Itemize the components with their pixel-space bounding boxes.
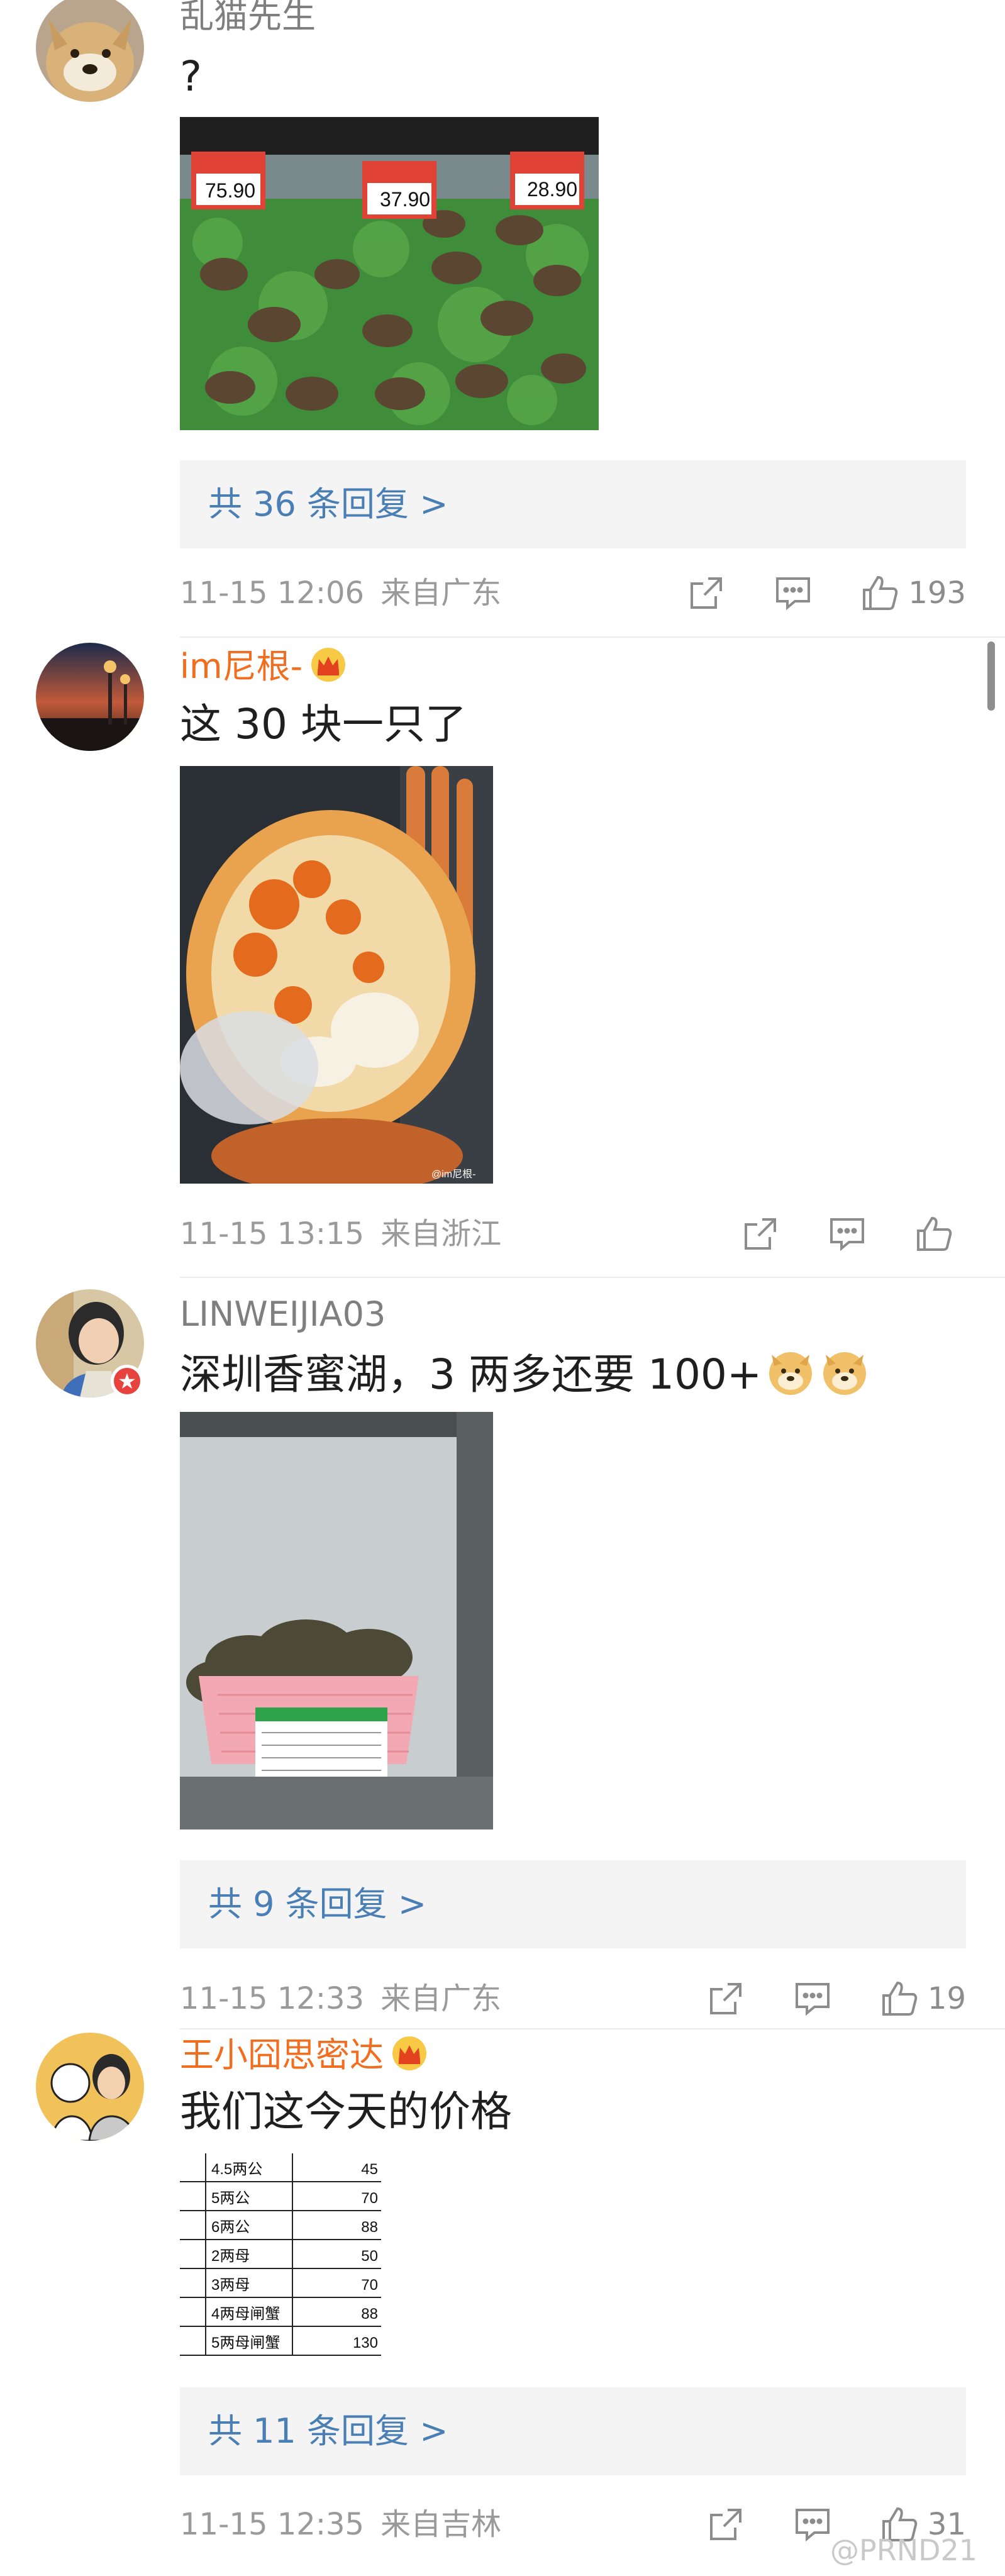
comment-meta: 11-15 13:15 来自浙江	[180, 1215, 501, 1253]
comment-text-body: 深圳香蜜湖，3 两多还要 100+	[180, 1350, 762, 1399]
price-table-photo[interactable]: 4.5两公 45 5两公 70 6两公 88 2两母 50 3两母 70 4两母闸蟹 88 …	[180, 2153, 381, 2356]
comment-location: 来自浙江	[380, 1216, 502, 1252]
item-price: 88	[361, 2306, 378, 2323]
comment-actions: 19	[706, 1977, 966, 2021]
scrollbar[interactable]	[987, 641, 995, 711]
divider	[180, 636, 1005, 638]
share-icon[interactable]	[706, 1979, 745, 2018]
comment-meta: 11-15 12:35 来自吉林	[180, 2506, 501, 2543]
price-tag: 28.90	[527, 178, 577, 201]
comment-meta: 11-15 12:33 来自广东	[180, 1980, 501, 2018]
item-name: 5两公	[211, 2190, 250, 2207]
comment-icon[interactable]	[828, 1214, 867, 1253]
share-icon[interactable]	[687, 574, 726, 613]
table-row: 4.5两公 45	[180, 2153, 381, 2182]
price-tag: 37.90	[380, 188, 430, 211]
view-replies-button[interactable]: 共 11 条回复 >	[180, 2387, 966, 2475]
comment-date: 11-15 12:33	[180, 1981, 365, 2016]
like-icon[interactable]	[914, 1214, 953, 1253]
divider	[180, 2028, 1005, 2029]
item-name: 5两母闸蟹	[211, 2334, 280, 2351]
price-tag: 75.90	[205, 179, 255, 202]
divider	[180, 1277, 1005, 1278]
username[interactable]: 乱猫先生	[180, 0, 316, 36]
comment-date: 11-15 12:35	[180, 2507, 365, 2542]
comment-text: ?	[180, 52, 203, 101]
doge-emoji-icon	[765, 1347, 816, 1397]
table-row: 5两公 70	[180, 2182, 381, 2211]
comment-icon[interactable]	[774, 574, 813, 613]
item-price: 130	[352, 2334, 378, 2351]
like-icon[interactable]	[860, 574, 899, 613]
item-price: 70	[361, 2190, 378, 2207]
comment-photo[interactable]: 75.90 37.90 28.90	[180, 117, 599, 430]
photo-watermark: @im尼根-	[431, 1169, 475, 1180]
item-name: 4.5两公	[211, 2161, 263, 2178]
comment-icon[interactable]	[793, 1979, 832, 2018]
username-text: im尼根-	[180, 647, 303, 686]
comment-date: 11-15 12:06	[180, 575, 365, 611]
comment-location: 来自广东	[380, 1981, 502, 2016]
verified-badge-icon	[111, 1365, 143, 1397]
username[interactable]: 王小囧思密达	[180, 2035, 428, 2075]
comment-location: 来自广东	[380, 575, 502, 611]
share-icon[interactable]	[741, 1214, 780, 1253]
username-text: 王小囧思密达	[180, 2035, 384, 2075]
like-icon[interactable]	[880, 1979, 919, 2018]
share-icon[interactable]	[706, 2505, 745, 2544]
item-name: 4两母闸蟹	[211, 2306, 280, 2323]
table-row: 3两母 70	[180, 2269, 381, 2298]
item-name: 3两母	[211, 2277, 250, 2294]
table-row: 4两母闸蟹 88	[180, 2298, 381, 2327]
crown-icon	[310, 647, 347, 683]
avatar[interactable]	[36, 0, 144, 102]
like-count: 19	[927, 1981, 966, 2016]
comment-icon[interactable]	[793, 2505, 832, 2544]
table-row: 6两公 88	[180, 2211, 381, 2240]
view-replies-button[interactable]: 共 9 条回复 >	[180, 1860, 966, 1948]
comment-photo[interactable]: @im尼根-	[180, 766, 493, 1184]
avatar[interactable]	[36, 2033, 144, 2141]
item-price: 50	[361, 2248, 378, 2265]
item-price: 70	[361, 2277, 378, 2294]
weibo-watermark: @PRND21	[830, 2533, 978, 2567]
comment-text: 这 30 块一只了	[180, 700, 467, 748]
comment-date: 11-15 13:15	[180, 1216, 365, 1252]
like-count: 193	[908, 575, 966, 611]
comment-photo[interactable]	[180, 1412, 493, 1829]
comment-meta: 11-15 12:06 来自广东	[180, 574, 501, 612]
item-price: 88	[361, 2219, 378, 2236]
comment-actions: 193	[687, 571, 966, 615]
item-price: 45	[361, 2161, 378, 2178]
table-row: 5两母闸蟹 130	[180, 2327, 381, 2356]
crown-icon	[391, 2035, 428, 2072]
comment-text: 深圳香蜜湖，3 两多还要 100+	[180, 1347, 870, 1400]
table-row: 2两母 50	[180, 2240, 381, 2269]
item-name: 2两母	[211, 2248, 250, 2265]
comment-text: 我们这今天的价格	[180, 2087, 512, 2136]
username[interactable]: im尼根-	[180, 647, 347, 687]
item-name: 6两公	[211, 2219, 250, 2236]
username[interactable]: LINWEIJIA03	[180, 1294, 386, 1335]
comment-actions	[741, 1212, 962, 1256]
view-replies-button[interactable]: 共 36 条回复 >	[180, 460, 966, 548]
doge-emoji-icon	[819, 1347, 870, 1397]
avatar[interactable]	[36, 643, 144, 751]
comment-location: 来自吉林	[380, 2507, 502, 2542]
